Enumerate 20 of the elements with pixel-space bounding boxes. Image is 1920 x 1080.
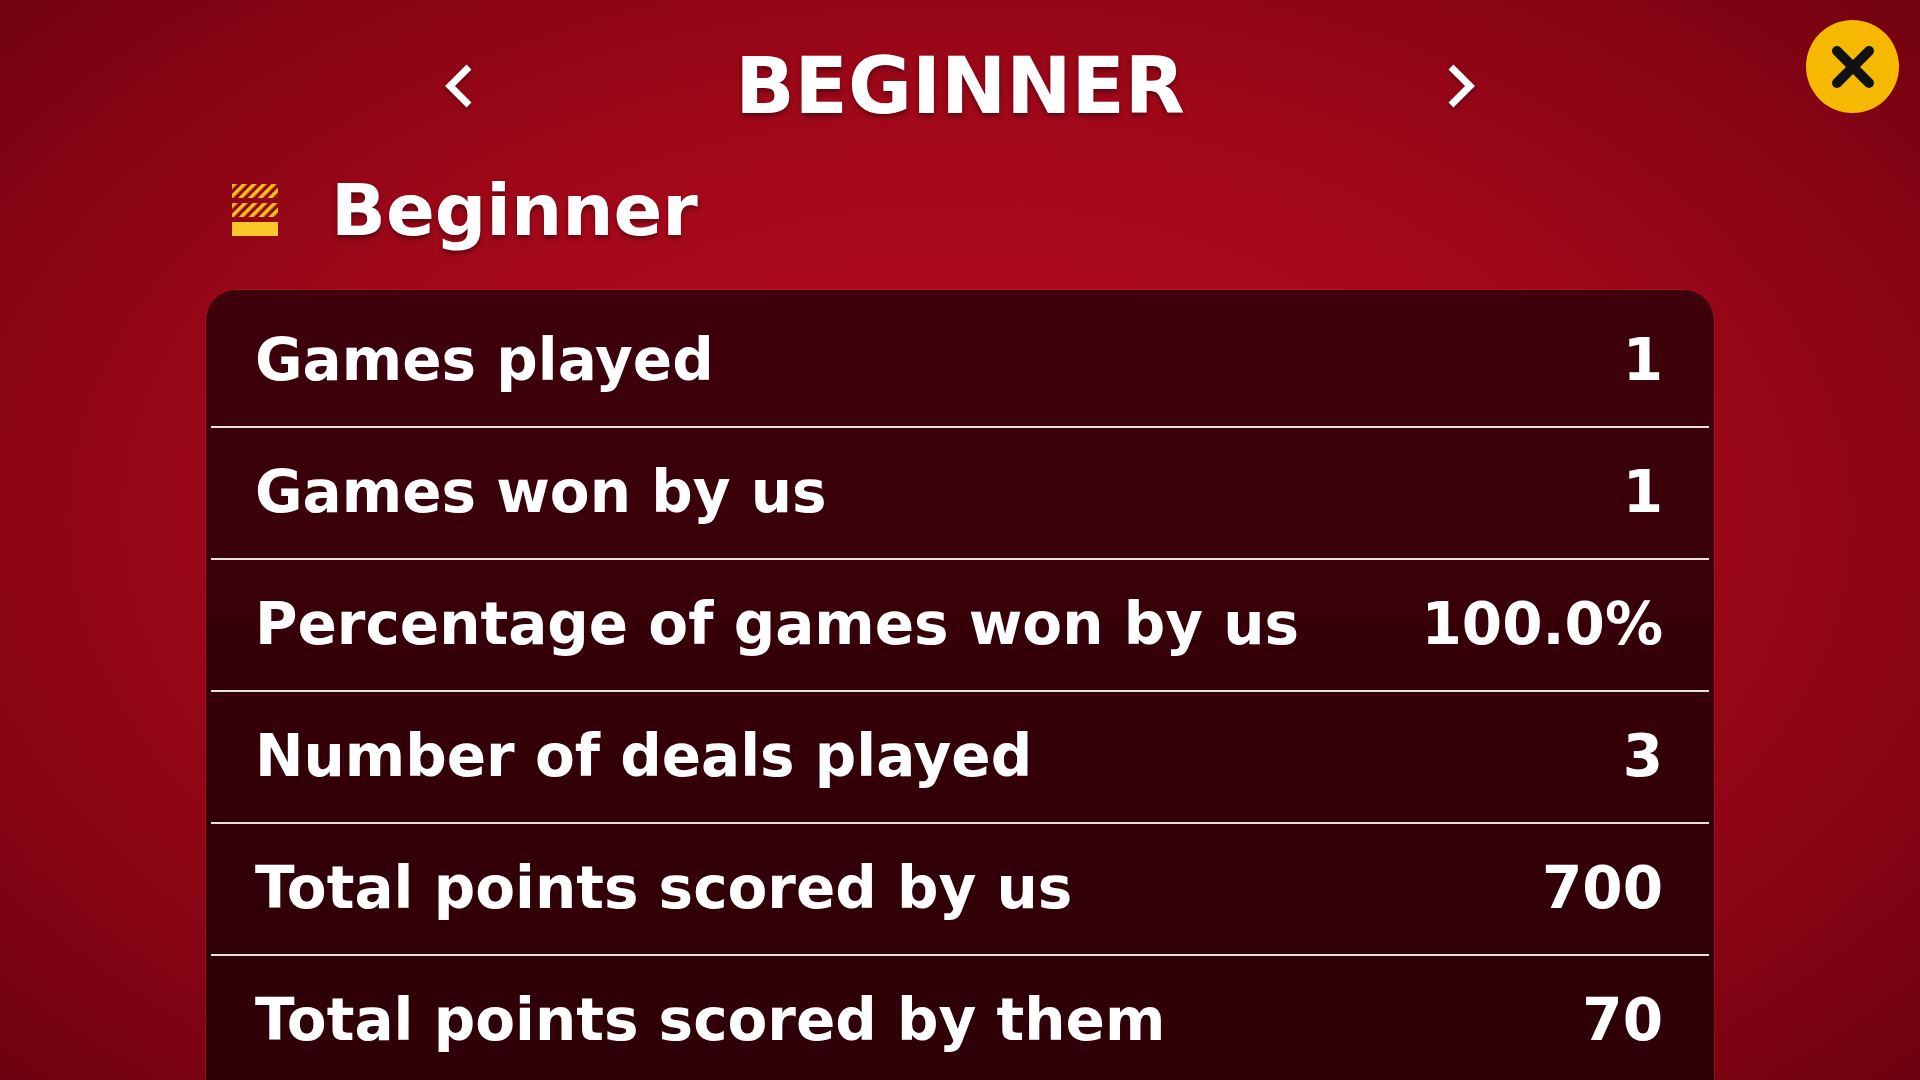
- stat-value: 100.0%: [1421, 590, 1663, 660]
- difficulty-bars-icon: [232, 184, 278, 236]
- chevron-left-icon: [444, 64, 474, 108]
- stat-label: Percentage of games won by us: [255, 590, 1300, 660]
- next-button[interactable]: [1446, 64, 1476, 108]
- stat-label: Games played: [255, 326, 714, 396]
- previous-button[interactable]: [444, 64, 474, 108]
- stat-value: 1: [1622, 458, 1663, 528]
- stat-label: Total points scored by us: [255, 854, 1073, 924]
- stat-label: Total points scored by them: [255, 986, 1166, 1056]
- stat-value: 1: [1622, 326, 1663, 396]
- stat-value: 70: [1582, 986, 1663, 1056]
- stat-label: Games won by us: [255, 458, 827, 528]
- stat-value: 700: [1541, 854, 1663, 924]
- level-title: BEGINNER: [735, 40, 1185, 133]
- difficulty-name: Beginner: [331, 168, 698, 252]
- close-icon: [1830, 44, 1875, 89]
- stat-value: 3: [1622, 722, 1663, 792]
- stat-label: Number of deals played: [255, 722, 1033, 792]
- chevron-right-icon: [1446, 64, 1476, 108]
